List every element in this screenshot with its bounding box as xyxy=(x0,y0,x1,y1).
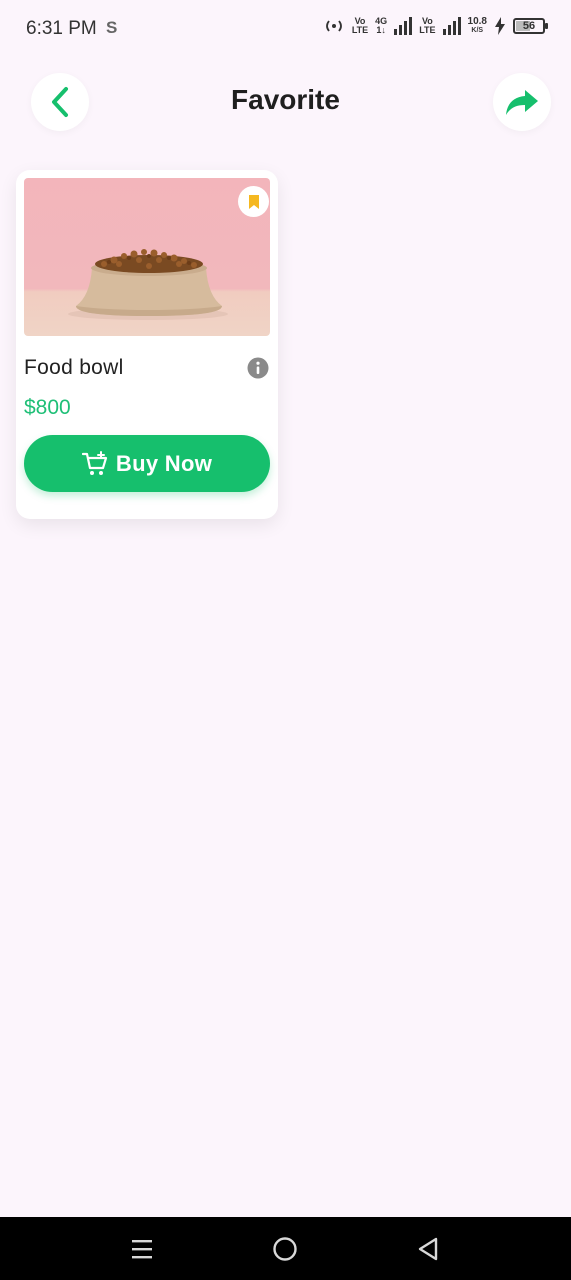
product-image xyxy=(24,178,270,336)
share-arrow-icon xyxy=(506,90,538,115)
home-button[interactable] xyxy=(255,1217,315,1280)
volte-icon-2: Vo LTE xyxy=(419,16,436,35)
recent-apps-button[interactable] xyxy=(112,1217,172,1280)
food-bowl-illustration xyxy=(68,249,228,320)
status-time: 6:31 PM xyxy=(26,18,97,39)
info-icon[interactable] xyxy=(247,357,269,379)
system-nav-bar xyxy=(0,1217,571,1280)
favorite-screen: 6:31 PM S Vo LTE 4G 1↓ Vo LTE 10.8 K/S 5… xyxy=(0,0,571,1280)
home-circle-icon xyxy=(273,1236,297,1261)
page-title: Favorite xyxy=(231,84,340,115)
hotspot-icon xyxy=(325,20,342,32)
status-bar: 6:31 PM S Vo LTE 4G 1↓ Vo LTE 10.8 K/S 5… xyxy=(0,0,571,58)
system-back-button[interactable] xyxy=(398,1217,458,1280)
signal-icon-2 xyxy=(442,17,461,35)
cart-add-icon xyxy=(81,450,107,475)
network-speed: 10.8 K/S xyxy=(467,16,487,35)
app-indicator-icon: S xyxy=(106,18,118,37)
buy-now-button[interactable]: Buy Now xyxy=(24,435,270,492)
product-name: Food bowl xyxy=(24,356,124,379)
share-button[interactable] xyxy=(493,73,551,131)
signal-icon xyxy=(394,17,413,35)
bookmark-button[interactable] xyxy=(238,186,269,217)
back-triangle-icon xyxy=(418,1237,438,1260)
network-4g-icon: 4G 1↓ xyxy=(375,16,388,35)
status-icons: Vo LTE 4G 1↓ Vo LTE 10.8 K/S 56 xyxy=(323,16,548,35)
bookmark-icon xyxy=(248,194,259,209)
menu-icon xyxy=(132,1239,152,1258)
product-price: $800 xyxy=(24,396,71,419)
buy-now-label: Buy Now xyxy=(115,450,213,476)
header: Favorite xyxy=(0,70,571,134)
volte-icon: Vo LTE xyxy=(351,16,369,35)
charging-icon xyxy=(495,17,505,35)
battery-icon: 56 xyxy=(513,18,548,34)
